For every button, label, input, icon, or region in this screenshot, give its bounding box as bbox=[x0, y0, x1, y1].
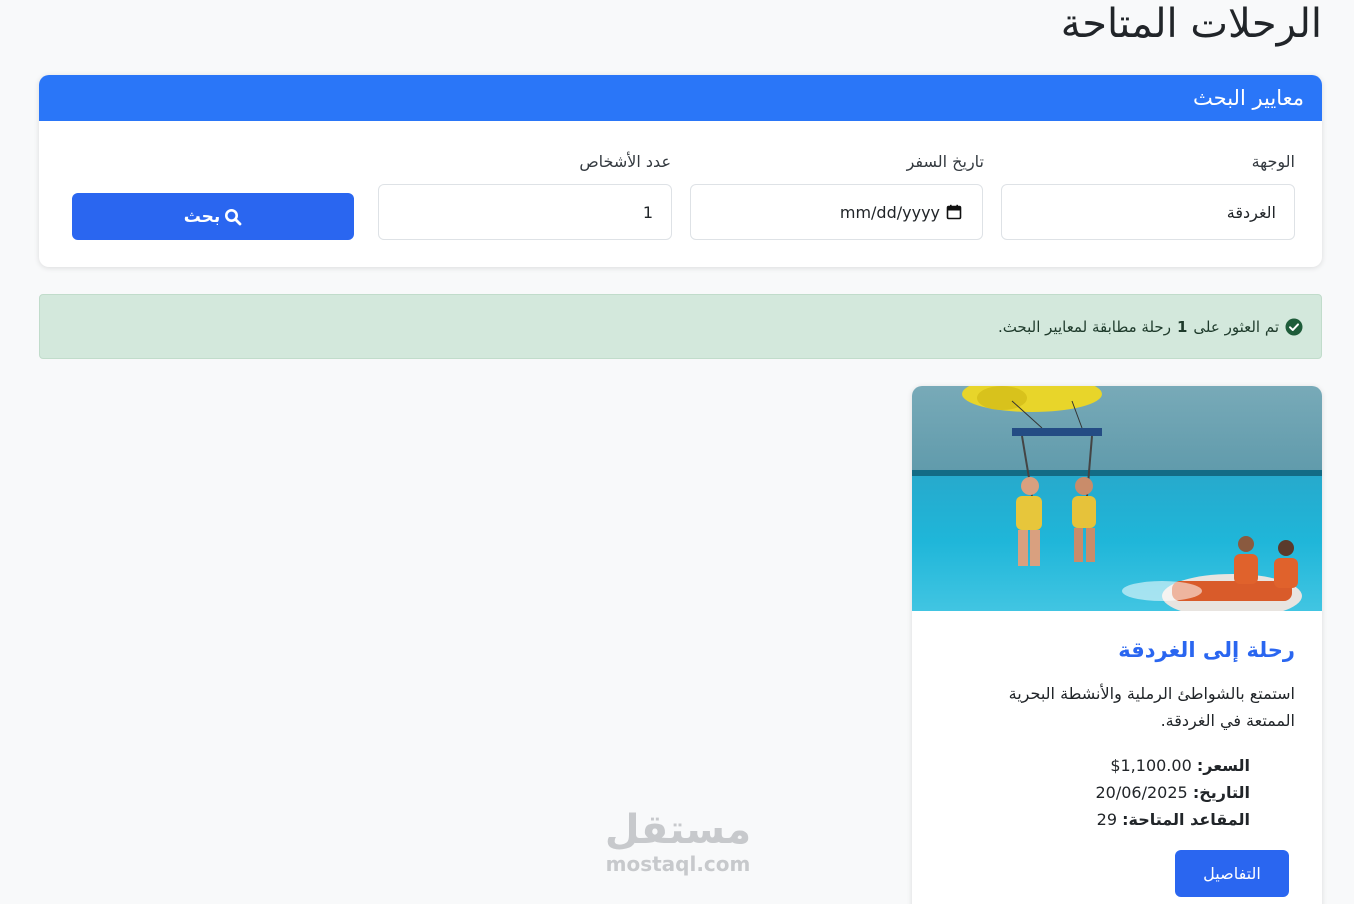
trip-date-label: التاريخ: bbox=[1192, 783, 1250, 802]
results-alert: تم العثور على 1 رحلة مطابقة لمعايير البح… bbox=[39, 294, 1322, 359]
trip-seats-value: 29 bbox=[1096, 810, 1118, 829]
trip-date-value: 20/06/2025 bbox=[1095, 783, 1188, 802]
persons-value: 1 bbox=[642, 202, 653, 222]
alert-count: 1 bbox=[1176, 317, 1188, 336]
search-icon bbox=[225, 208, 242, 225]
search-button-label: بحث bbox=[183, 206, 221, 227]
alert-text-before: تم العثور على bbox=[1193, 317, 1279, 336]
trip-meta: السعر: 1,100.00$ التاريخ: 20/06/2025 الم… bbox=[1096, 752, 1251, 833]
trip-price-label: السعر: bbox=[1196, 756, 1250, 775]
check-circle-icon bbox=[1285, 318, 1303, 335]
watermark-logo: مستقل mostaql.com bbox=[596, 808, 760, 876]
calendar-icon[interactable] bbox=[946, 204, 962, 220]
destination-label: الوجهة bbox=[1251, 152, 1295, 171]
details-button[interactable]: التفاصيل bbox=[1175, 850, 1289, 897]
trip-image bbox=[912, 386, 1322, 611]
trip-description: استمتع بالشواطئ الرملية والأنشطة البحرية… bbox=[1008, 684, 1295, 730]
watermark-arabic: مستقل bbox=[604, 807, 752, 853]
page-title: الرحلات المتاحة bbox=[1060, 1, 1322, 47]
page: الرحلات المتاحة معايير البحث الوجهة الغر… bbox=[0, 0, 1354, 904]
trip-seats-label: المقاعد المتاحة: bbox=[1122, 810, 1250, 829]
travel-date-input[interactable]: mm/dd/yyyy bbox=[690, 184, 983, 240]
travel-date-label: تاريخ السفر bbox=[906, 152, 984, 171]
watermark-latin: mostaql.com bbox=[605, 852, 751, 876]
trip-card: رحلة إلى الغردقة استمتع بالشواطئ الرملية… bbox=[912, 386, 1322, 904]
trip-price-value: 1,100.00$ bbox=[1110, 756, 1192, 775]
destination-select[interactable]: الغردقة bbox=[1001, 184, 1295, 240]
trip-price-row: السعر: 1,100.00$ bbox=[1096, 752, 1250, 779]
trip-title[interactable]: رحلة إلى الغردقة bbox=[1118, 638, 1295, 662]
travel-date-placeholder: mm/dd/yyyy bbox=[839, 202, 940, 222]
destination-value: الغردقة bbox=[1226, 202, 1276, 222]
search-button[interactable]: بحث bbox=[72, 193, 354, 240]
search-criteria-card: معايير البحث الوجهة الغردقة تاريخ السفر … bbox=[39, 75, 1322, 267]
search-card-header: معايير البحث bbox=[39, 75, 1322, 121]
persons-input[interactable]: 1 bbox=[378, 184, 672, 240]
persons-label: عدد الأشخاص bbox=[579, 152, 671, 171]
alert-text-after: رحلة مطابقة لمعايير البحث. bbox=[997, 317, 1171, 336]
trip-seats-row: المقاعد المتاحة: 29 bbox=[1096, 806, 1250, 833]
trip-date-row: التاريخ: 20/06/2025 bbox=[1096, 779, 1251, 806]
